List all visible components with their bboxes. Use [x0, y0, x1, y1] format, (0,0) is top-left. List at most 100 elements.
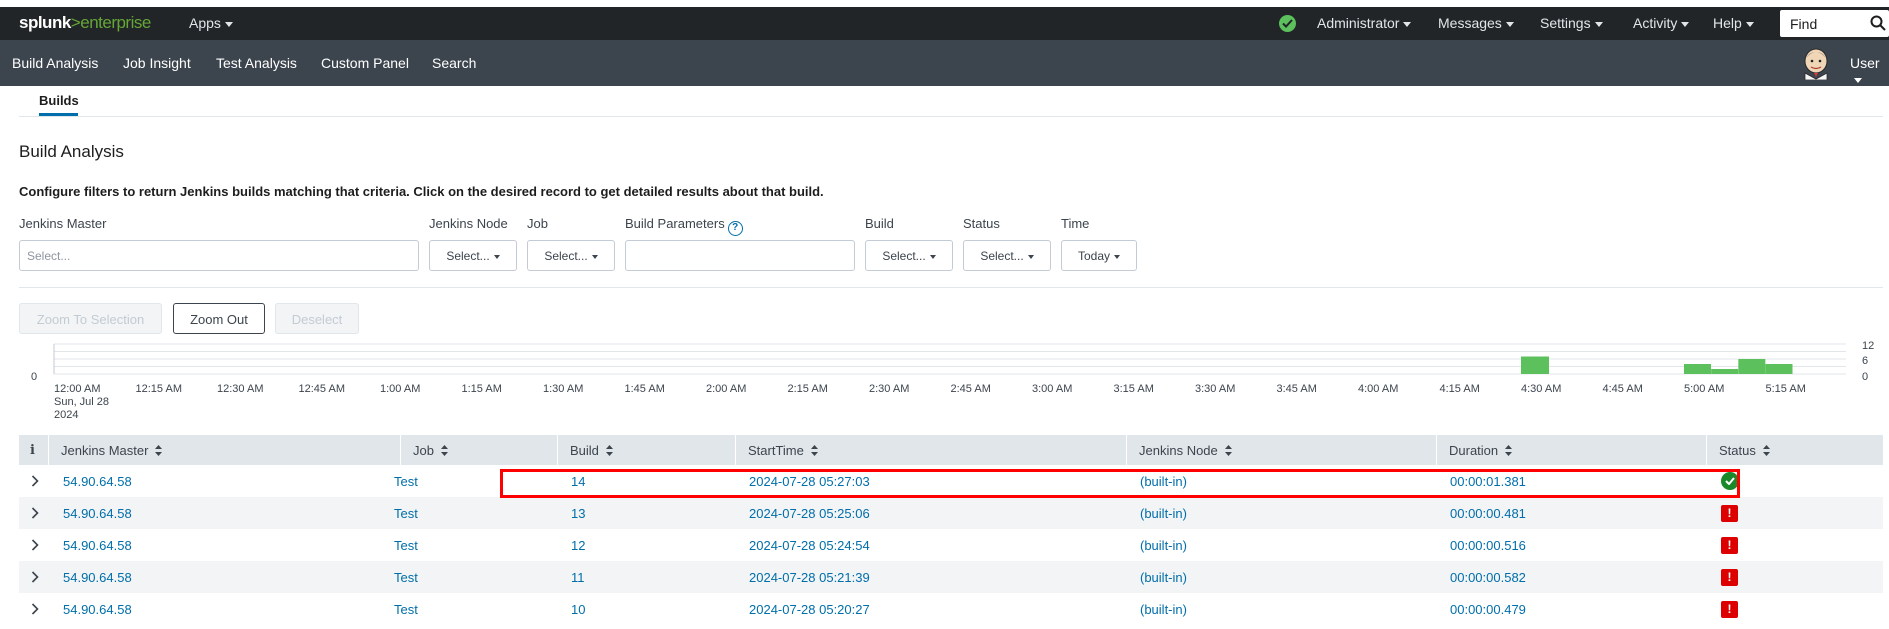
timeline-tick-label: 12:45 AM [298, 383, 345, 395]
build-parameters-input[interactable] [625, 240, 855, 271]
settings-menu[interactable]: Settings [1540, 15, 1603, 31]
table-row[interactable]: 54.90.64.58 Test 14 2024-07-28 05:27:03 (bui… [19, 465, 1883, 497]
col-build[interactable]: Build [558, 435, 736, 465]
search-icon[interactable] [1870, 15, 1886, 31]
chevron-down-icon [1681, 21, 1690, 27]
table-row[interactable]: 54.90.64.58 Test 10 2024-07-28 05:20:27 (bui… [19, 593, 1883, 625]
status-label: Status [963, 216, 1000, 231]
timeline-date-label: Sun, Jul 28 [54, 396, 110, 408]
chevron-right-icon[interactable] [31, 475, 39, 487]
cell-build[interactable]: 14 [571, 474, 585, 489]
user-menu[interactable]: User [1850, 55, 1889, 87]
cell-start-time[interactable]: 2024-07-28 05:27:03 [749, 474, 870, 489]
chevron-down-icon [929, 254, 936, 259]
timeline-tick-label: 5:15 AM [1765, 383, 1806, 395]
cell-start-time[interactable]: 2024-07-28 05:21:39 [749, 570, 870, 585]
chevron-down-icon [1745, 21, 1754, 27]
job-dropdown[interactable]: Select... [527, 240, 615, 271]
nav-build-analysis[interactable]: Build Analysis [12, 55, 98, 71]
jenkins-logo-icon [1804, 48, 1828, 80]
sort-icon [440, 445, 448, 456]
splunk-logo[interactable]: splunk>enterprise [19, 13, 151, 33]
cell-job[interactable]: Test [394, 538, 418, 553]
nav-test-analysis[interactable]: Test Analysis [216, 55, 297, 71]
timeline-bar[interactable] [1711, 369, 1739, 374]
activity-menu[interactable]: Activity [1633, 15, 1690, 31]
cell-duration[interactable]: 00:00:01.381 [1450, 474, 1526, 489]
chevron-right-icon[interactable] [31, 603, 39, 615]
cell-jenkins-node[interactable]: (built-in) [1140, 602, 1187, 617]
cell-job[interactable]: Test [394, 570, 418, 585]
cell-start-time[interactable]: 2024-07-28 05:25:06 [749, 506, 870, 521]
nav-job-insight[interactable]: Job Insight [123, 55, 191, 71]
chevron-down-icon [1594, 21, 1603, 27]
build-parameters-label: Build Parameters? [625, 216, 743, 236]
failure-icon: ! [1721, 569, 1738, 586]
jenkins-master-label: Jenkins Master [19, 216, 107, 231]
cell-jenkins-node[interactable]: (built-in) [1140, 570, 1187, 585]
table-row[interactable]: 54.90.64.58 Test 13 2024-07-28 05:25:06 (bui… [19, 497, 1883, 529]
jenkins-node-dropdown[interactable]: Select... [429, 240, 517, 271]
tab-builds[interactable]: Builds [39, 93, 79, 108]
cell-build[interactable]: 10 [571, 602, 585, 617]
cell-start-time[interactable]: 2024-07-28 05:20:27 [749, 602, 870, 617]
col-jenkins-master-label: Jenkins Master [61, 443, 149, 458]
build-timeline[interactable]: 0 12 6 0 12:00 AM 12:15 AM 12:30 AM 12:45 A… [0, 340, 1889, 425]
cell-build[interactable]: 12 [571, 538, 585, 553]
col-job[interactable]: Job [401, 435, 558, 465]
cell-jenkins-node[interactable]: (built-in) [1140, 474, 1187, 489]
col-duration[interactable]: Duration [1437, 435, 1707, 465]
messages-menu[interactable]: Messages [1438, 15, 1514, 31]
time-dropdown[interactable]: Today [1061, 240, 1137, 271]
col-jenkins-master[interactable]: Jenkins Master [49, 435, 401, 465]
cell-start-time[interactable]: 2024-07-28 05:24:54 [749, 538, 870, 553]
cell-duration[interactable]: 00:00:00.479 [1450, 602, 1526, 617]
cell-build[interactable]: 13 [571, 506, 585, 521]
chevron-down-icon [493, 254, 500, 259]
status-dropdown[interactable]: Select... [963, 240, 1051, 271]
cell-job[interactable]: Test [394, 602, 418, 617]
table-row[interactable]: 54.90.64.58 Test 11 2024-07-28 05:21:39 (bui… [19, 561, 1883, 593]
jenkins-master-input[interactable]: Select... [19, 240, 419, 271]
cell-jenkins-master[interactable]: 54.90.64.58 [63, 506, 132, 521]
zoom-to-selection-button[interactable]: Zoom To Selection [19, 303, 162, 334]
chevron-right-icon[interactable] [31, 507, 39, 519]
col-start-time[interactable]: StartTime [736, 435, 1127, 465]
cell-jenkins-master[interactable]: 54.90.64.58 [63, 474, 132, 489]
cell-duration[interactable]: 00:00:00.481 [1450, 506, 1526, 521]
cell-jenkins-master[interactable]: 54.90.64.58 [63, 538, 132, 553]
help-menu[interactable]: Help [1713, 15, 1754, 31]
filters-divider [19, 287, 1883, 288]
administrator-menu[interactable]: Administrator [1317, 15, 1412, 31]
timeline-bar[interactable] [1684, 364, 1711, 374]
cell-job[interactable]: Test [394, 506, 418, 521]
chevron-right-icon[interactable] [31, 571, 39, 583]
timeline-chart[interactable] [0, 340, 1889, 382]
apps-menu[interactable]: Apps [189, 15, 233, 31]
nav-search[interactable]: Search [432, 55, 476, 71]
cell-duration[interactable]: 00:00:00.516 [1450, 538, 1526, 553]
col-status-label: Status [1719, 443, 1756, 458]
deselect-button[interactable]: Deselect [275, 303, 359, 334]
cell-jenkins-node[interactable]: (built-in) [1140, 506, 1187, 521]
timeline-bar[interactable] [1738, 359, 1766, 374]
job-value: Select... [544, 249, 588, 263]
table-row[interactable]: 54.90.64.58 Test 12 2024-07-28 05:24:54 (bui… [19, 529, 1883, 561]
help-icon[interactable]: ? [727, 221, 743, 236]
cell-jenkins-master[interactable]: 54.90.64.58 [63, 602, 132, 617]
col-status[interactable]: Status [1707, 435, 1883, 465]
cell-job[interactable]: Test [394, 474, 418, 489]
zoom-out-button[interactable]: Zoom Out [173, 303, 265, 334]
chevron-right-icon[interactable] [31, 539, 39, 551]
nav-custom-panel[interactable]: Custom Panel [321, 55, 409, 71]
health-status-icon[interactable] [1279, 15, 1296, 32]
cell-jenkins-master[interactable]: 54.90.64.58 [63, 570, 132, 585]
cell-build[interactable]: 11 [571, 570, 585, 585]
timeline-bar[interactable] [1765, 364, 1793, 374]
build-dropdown[interactable]: Select... [865, 240, 953, 271]
help-label: Help [1713, 15, 1742, 31]
cell-jenkins-node[interactable]: (built-in) [1140, 538, 1187, 553]
cell-duration[interactable]: 00:00:00.582 [1450, 570, 1526, 585]
col-jenkins-node[interactable]: Jenkins Node [1127, 435, 1437, 465]
timeline-bar[interactable] [1521, 356, 1549, 375]
